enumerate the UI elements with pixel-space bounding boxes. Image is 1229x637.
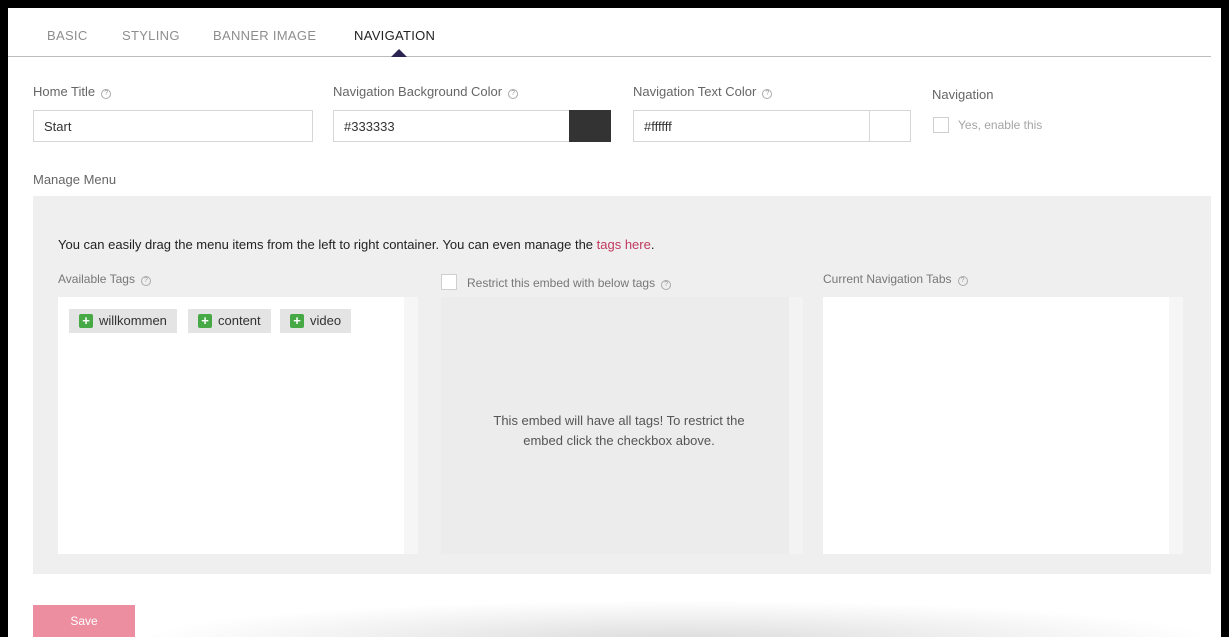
home-title-label: Home Title? <box>33 84 112 99</box>
available-tags-container[interactable]: + willkommen + content + video <box>58 297 404 554</box>
enable-navigation-checkbox[interactable] <box>933 117 949 133</box>
plus-icon: + <box>290 314 304 328</box>
enable-navigation-label[interactable]: Yes, enable this <box>958 118 1042 132</box>
nav-text-color-swatch[interactable] <box>869 110 911 142</box>
manage-menu-title: Manage Menu <box>33 172 117 187</box>
save-button[interactable]: Save <box>33 605 135 637</box>
restrict-embed-checkbox[interactable] <box>441 274 457 290</box>
home-title-input[interactable] <box>33 110 313 142</box>
restrict-message-line: embed click the checkbox above. <box>523 433 715 448</box>
current-navigation-tabs-container[interactable] <box>823 297 1169 554</box>
help-icon[interactable]: ? <box>101 89 112 99</box>
tag-willkommen[interactable]: + willkommen <box>69 309 177 333</box>
navigation-label: Navigation <box>932 87 994 102</box>
nav-bg-color-input[interactable] <box>333 110 570 142</box>
nav-bg-color-swatch[interactable] <box>569 110 611 142</box>
restricted-tags-scrollbar[interactable] <box>789 297 803 554</box>
restrict-message: This embed will have all tags! To restri… <box>441 411 797 451</box>
tab-basic[interactable]: BASIC <box>47 28 88 43</box>
nav-bg-color-label: Navigation Background Color? <box>333 84 519 99</box>
available-tags-scrollbar[interactable] <box>404 297 418 554</box>
help-icon[interactable]: ? <box>661 280 672 290</box>
plus-icon: + <box>198 314 212 328</box>
help-icon[interactable]: ? <box>508 89 519 99</box>
tab-styling[interactable]: STYLING <box>122 28 180 43</box>
tab-banner-image[interactable]: BANNER IMAGE <box>213 28 316 43</box>
nav-text-color-label: Navigation Text Color? <box>633 84 773 99</box>
restricted-tags-container[interactable]: This embed will have all tags! To restri… <box>441 297 797 554</box>
available-tags-label: Available Tags? <box>58 272 151 286</box>
tab-bar: BASIC STYLING BANNER IMAGE NAVIGATION <box>8 8 1211 57</box>
tab-navigation[interactable]: NAVIGATION <box>354 28 435 43</box>
plus-icon: + <box>79 314 93 328</box>
tags-here-link[interactable]: tags here <box>597 237 651 252</box>
settings-frame: BASIC STYLING BANNER IMAGE NAVIGATION Ho… <box>8 8 1221 637</box>
manage-menu-panel: You can easily drag the menu items from … <box>33 196 1211 574</box>
active-tab-indicator <box>391 49 407 57</box>
current-navigation-tabs-scrollbar[interactable] <box>1169 297 1183 554</box>
help-icon[interactable]: ? <box>957 276 968 286</box>
help-icon[interactable]: ? <box>140 276 151 286</box>
help-icon[interactable]: ? <box>762 89 773 99</box>
footer-shadow <box>148 601 1208 637</box>
tag-video[interactable]: + video <box>280 309 352 333</box>
instruction-text: You can easily drag the menu items from … <box>58 237 655 252</box>
tag-content[interactable]: + content <box>188 309 271 333</box>
restrict-embed-label[interactable]: Restrict this embed with below tags? <box>467 276 672 290</box>
nav-text-color-input[interactable] <box>633 110 870 142</box>
restrict-message-line: This embed will have all tags! To restri… <box>493 413 745 428</box>
current-navigation-tabs-label: Current Navigation Tabs? <box>823 272 968 286</box>
